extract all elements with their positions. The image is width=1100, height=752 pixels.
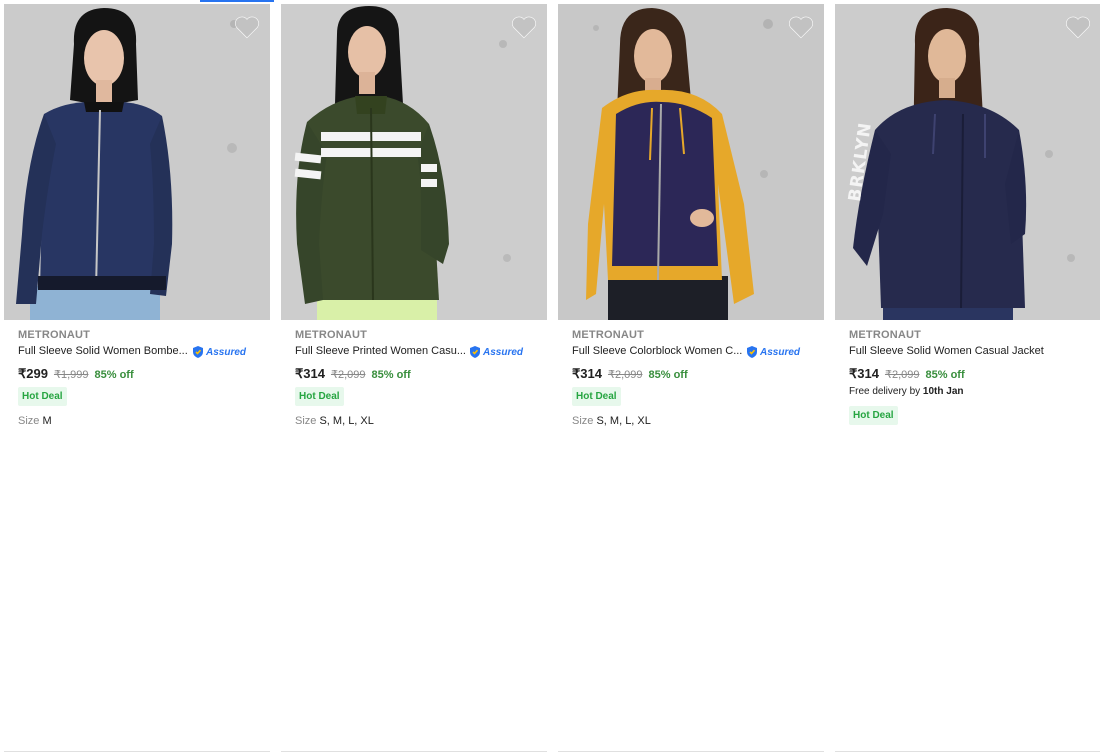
size-label: Size <box>18 415 40 427</box>
product-card[interactable]: METRONAUT Full Sleeve Colorblock Women C… <box>558 0 824 752</box>
price-row: ₹314 ₹2,099 85% off <box>572 366 688 382</box>
product-image[interactable] <box>281 4 547 320</box>
size-values: S, M, L, XL <box>596 415 651 427</box>
product-info: METRONAUT Full Sleeve Printed Women Casu… <box>281 320 547 752</box>
product-card[interactable]: BRKLYN METRONAUT Full Sleeve Solid Women… <box>835 0 1100 752</box>
assured-label: Assured <box>483 346 524 358</box>
original-price: ₹1,999 <box>53 369 89 381</box>
product-image[interactable]: BRKLYN <box>835 4 1100 320</box>
hot-deal-badge: Hot Deal <box>18 387 67 406</box>
product-grid: METRONAUT Full Sleeve Solid Women Bombe.… <box>0 0 1100 752</box>
assured-badge: Assured <box>191 345 246 359</box>
size-values: S, M, L, XL <box>319 415 374 427</box>
assured-shield-icon <box>747 346 757 358</box>
original-price: ₹2,099 <box>607 369 643 381</box>
brand-name: METRONAUT <box>572 329 645 341</box>
product-image[interactable] <box>4 4 270 320</box>
discount: 85% off <box>925 369 965 381</box>
product-title[interactable]: Full Sleeve Solid Women Casual Jacket <box>849 345 1044 357</box>
original-price: ₹2,099 <box>884 369 920 381</box>
selling-price: ₹314 <box>849 366 879 381</box>
delivery-date: 10th Jan <box>922 386 964 397</box>
product-image[interactable] <box>558 4 824 320</box>
delivery-prefix: Free delivery by <box>849 386 921 397</box>
price-row: ₹314 ₹2,099 85% off <box>295 366 411 382</box>
heart-icon[interactable] <box>511 15 537 39</box>
delivery-info: Free delivery by 10th Jan <box>849 386 964 397</box>
product-title[interactable]: Full Sleeve Colorblock Women C... <box>572 345 742 357</box>
discount: 85% off <box>371 369 411 381</box>
brand-name: METRONAUT <box>18 329 91 341</box>
assured-label: Assured <box>206 346 247 358</box>
size-info: Size S, M, L, XL <box>295 415 374 427</box>
product-card[interactable]: METRONAUT Full Sleeve Printed Women Casu… <box>281 0 547 752</box>
heart-icon[interactable] <box>234 15 260 39</box>
heart-icon[interactable] <box>788 15 814 39</box>
product-info: METRONAUT Full Sleeve Solid Women Bombe.… <box>4 320 270 752</box>
hot-deal-badge: Hot Deal <box>295 387 344 406</box>
price-row: ₹299 ₹1,999 85% off <box>18 366 134 382</box>
brand-name: METRONAUT <box>849 329 922 341</box>
assured-label: Assured <box>760 346 801 358</box>
product-info: METRONAUT Full Sleeve Solid Women Casual… <box>835 320 1100 752</box>
brand-name: METRONAUT <box>295 329 368 341</box>
selling-price: ₹299 <box>18 366 48 381</box>
size-values: M <box>42 415 52 427</box>
size-label: Size <box>572 415 594 427</box>
assured-badge: Assured <box>468 345 523 359</box>
size-label: Size <box>295 415 317 427</box>
product-card[interactable]: METRONAUT Full Sleeve Solid Women Bombe.… <box>4 0 270 752</box>
size-info: Size S, M, L, XL <box>572 415 651 427</box>
product-title[interactable]: Full Sleeve Printed Women Casu... <box>295 345 466 357</box>
hot-deal-badge: Hot Deal <box>572 387 621 406</box>
heart-icon[interactable] <box>1065 15 1091 39</box>
price-row: ₹314 ₹2,099 85% off <box>849 366 965 382</box>
assured-shield-icon <box>193 346 203 358</box>
product-info: METRONAUT Full Sleeve Colorblock Women C… <box>558 320 824 752</box>
product-title[interactable]: Full Sleeve Solid Women Bombe... <box>18 345 188 357</box>
size-info: Size M <box>18 415 52 427</box>
assured-shield-icon <box>470 346 480 358</box>
assured-badge: Assured <box>745 345 800 359</box>
discount: 85% off <box>94 369 134 381</box>
selling-price: ₹314 <box>572 366 602 381</box>
original-price: ₹2,099 <box>330 369 366 381</box>
hot-deal-badge: Hot Deal <box>849 406 898 425</box>
discount: 85% off <box>648 369 688 381</box>
selling-price: ₹314 <box>295 366 325 381</box>
